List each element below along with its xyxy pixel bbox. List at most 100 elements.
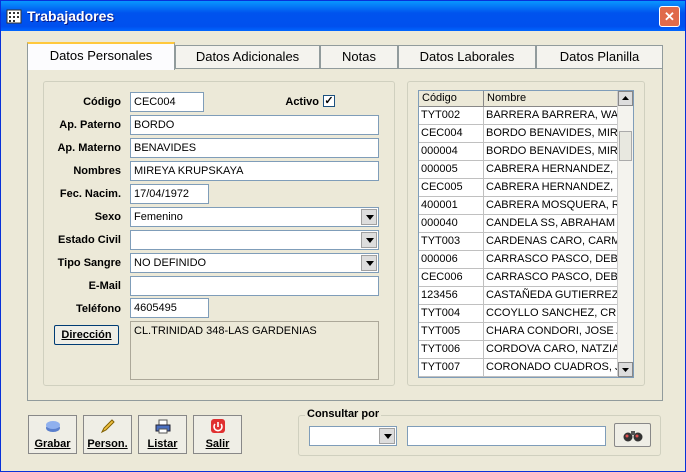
tipo-sangre-select[interactable]: NO DEFINIDO <box>130 253 379 273</box>
ap-materno-label: Ap. Materno <box>57 142 121 154</box>
scroll-down-button[interactable] <box>618 362 633 377</box>
tab-datos-laborales[interactable]: Datos Laborales <box>398 45 536 68</box>
cell-codigo: 000004 <box>419 143 484 160</box>
grabar-label: Grabar <box>34 438 71 450</box>
consultar-search-input[interactable] <box>407 426 606 446</box>
salir-button[interactable]: Salir <box>193 415 242 454</box>
cell-codigo: CEC004 <box>419 125 484 142</box>
table-row[interactable]: CEC005 CABRERA HERNANDEZ, M <box>419 179 619 197</box>
cell-nombre: BARRERA BARRERA, WAR <box>484 107 619 124</box>
direccion-textarea[interactable]: CL.TRINIDAD 348-LAS GARDENIAS <box>130 321 379 380</box>
direccion-button[interactable]: Dirección <box>54 325 119 345</box>
sexo-select[interactable]: Femenino <box>130 207 379 227</box>
chevron-down-icon[interactable] <box>379 428 395 444</box>
cell-codigo: TYT007 <box>419 359 484 376</box>
table-row[interactable]: TYT004 CCOYLLO SANCHEZ, CRIS <box>419 305 619 323</box>
table-row[interactable]: 000005 CABRERA HERNANDEZ, M <box>419 161 619 179</box>
worker-grid[interactable]: Código Nombre TYT002 BARRERA BARRERA, WAR… <box>418 90 634 378</box>
cell-codigo: CEC006 <box>419 269 484 286</box>
cell-nombre: CABRERA MOSQUERA, RO <box>484 197 619 214</box>
codigo-input[interactable]: CEC004 <box>130 92 204 112</box>
cell-nombre: CABRERA HERNANDEZ, M <box>484 161 619 178</box>
consultar-legend: Consultar por <box>305 408 382 420</box>
nombres-input[interactable]: MIREYA KRUPSKAYA <box>130 161 379 181</box>
cell-nombre: BORDO BENAVIDES, MIREY <box>484 143 619 160</box>
sexo-value: Femenino <box>134 211 183 223</box>
table-row[interactable]: 400001 CABRERA MOSQUERA, RO <box>419 197 619 215</box>
window-title: Trabajadores <box>27 8 115 24</box>
find-button[interactable] <box>614 423 651 447</box>
scroll-up-button[interactable] <box>618 91 633 106</box>
column-header-codigo[interactable]: Código <box>419 91 484 106</box>
email-input[interactable] <box>130 276 379 296</box>
grid-header: Código Nombre <box>419 91 619 107</box>
person-label: Person. <box>87 438 128 450</box>
ap-paterno-label: Ap. Paterno <box>59 119 121 131</box>
cell-nombre: CASTAÑEDA GUTIERREZ, <box>484 287 619 304</box>
chevron-down-icon[interactable] <box>361 232 377 248</box>
estado-civil-select[interactable] <box>130 230 379 250</box>
listar-label: Listar <box>147 438 178 450</box>
table-row[interactable]: TYT006 CORDOVA CARO, NATZIA <box>419 341 619 359</box>
tab-label: Datos Planilla <box>559 49 640 64</box>
listar-button[interactable]: Listar <box>138 415 187 454</box>
title-bar: Trabajadores ✕ <box>1 1 685 31</box>
tab-datos-planilla[interactable]: Datos Planilla <box>536 45 663 68</box>
table-row[interactable]: CEC007CROVETTO SAMAN, ANGE <box>419 377 619 378</box>
ap-paterno-input[interactable]: BORDO <box>130 115 379 135</box>
consultar-field-select[interactable] <box>309 426 397 446</box>
table-row[interactable]: CEC004 BORDO BENAVIDES, MIREY <box>419 125 619 143</box>
table-row[interactable]: TYT003 CARDENAS CARO, CARME <box>419 233 619 251</box>
telefono-input[interactable]: 4605495 <box>130 298 209 318</box>
table-row[interactable]: TYT005 CHARA CONDORI, JOSE A <box>419 323 619 341</box>
tipo-sangre-value: NO DEFINIDO <box>134 257 207 269</box>
sexo-label: Sexo <box>94 211 121 223</box>
column-header-nombre[interactable]: Nombre <box>484 91 619 106</box>
chevron-down-icon[interactable] <box>361 209 377 225</box>
cell-codigo: TYT004 <box>419 305 484 322</box>
person-button[interactable]: Person. <box>83 415 132 454</box>
cell-codigo: TYT005 <box>419 323 484 340</box>
chevron-down-icon <box>622 368 629 372</box>
tab-datos-personales[interactable]: Datos Personales <box>27 42 175 70</box>
activo-checkbox[interactable]: ✓ <box>323 95 335 107</box>
table-row[interactable]: 123456 CASTAÑEDA GUTIERREZ, <box>419 287 619 305</box>
cell-nombre: CARRASCO PASCO, DEBO <box>484 269 619 286</box>
fec-nacim-label: Fec. Nacim. <box>59 188 121 200</box>
close-icon: ✕ <box>664 9 675 24</box>
grid-scrollbar[interactable] <box>617 91 633 377</box>
app-icon <box>6 9 22 24</box>
table-row[interactable]: CEC006 CARRASCO PASCO, DEBO <box>419 269 619 287</box>
cell-nombre: CORONADO CUADROS, JO <box>484 359 619 376</box>
table-row[interactable]: 000006 CARRASCO PASCO, DEBO <box>419 251 619 269</box>
cell-nombre: CHARA CONDORI, JOSE A <box>484 323 619 340</box>
cell-nombre: BORDO BENAVIDES, MIREY <box>484 125 619 142</box>
table-row[interactable]: TYT007 CORONADO CUADROS, JO <box>419 359 619 377</box>
chevron-down-icon[interactable] <box>361 255 377 271</box>
tab-label: Notas <box>342 49 376 64</box>
table-row[interactable]: 000040 CANDELA SS, ABRAHAM <box>419 215 619 233</box>
table-row[interactable]: TYT002 BARRERA BARRERA, WAR <box>419 107 619 125</box>
cell-codigo: 000006 <box>419 251 484 268</box>
tab-label: Datos Personales <box>49 48 153 63</box>
binoculars-icon <box>623 431 642 442</box>
cell-codigo: TYT006 <box>419 341 484 358</box>
ap-materno-input[interactable]: BENAVIDES <box>130 138 379 158</box>
cell-codigo: CEC007 <box>419 377 484 378</box>
cell-codigo: 123456 <box>419 287 484 304</box>
cell-nombre: CANDELA SS, ABRAHAM <box>484 215 619 232</box>
tab-notas[interactable]: Notas <box>320 45 398 68</box>
salir-label: Salir <box>205 438 230 450</box>
chevron-up-icon <box>622 96 629 100</box>
close-button[interactable]: ✕ <box>659 6 680 27</box>
fec-nacim-input[interactable]: 17/04/1972 <box>130 184 209 204</box>
printer-icon <box>155 419 171 434</box>
cell-nombre: CROVETTO SAMAN, ANGE <box>484 377 619 378</box>
scroll-thumb[interactable] <box>619 131 632 161</box>
cell-codigo: TYT003 <box>419 233 484 250</box>
check-icon: ✓ <box>324 95 334 107</box>
grabar-button[interactable]: Grabar <box>28 415 77 454</box>
tab-datos-adicionales[interactable]: Datos Adicionales <box>175 45 320 68</box>
table-row[interactable]: 000004 BORDO BENAVIDES, MIREY <box>419 143 619 161</box>
telefono-label: Teléfono <box>75 303 121 315</box>
